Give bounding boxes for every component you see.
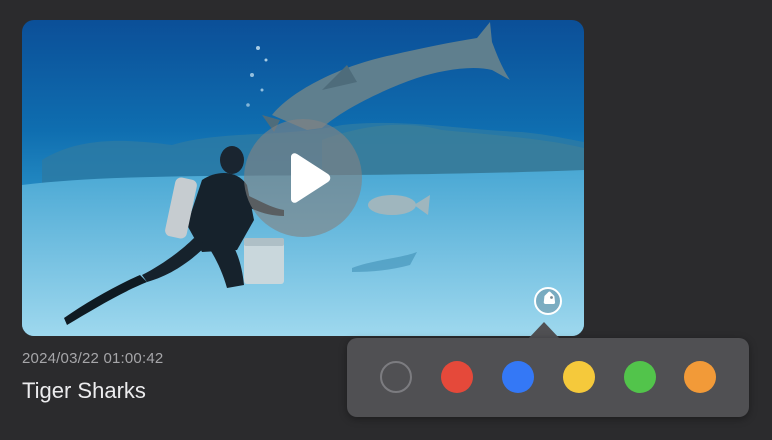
color-swatch-none[interactable] [380, 361, 412, 393]
play-button[interactable] [244, 119, 362, 237]
color-swatch-yellow[interactable] [563, 361, 595, 393]
video-thumbnail[interactable] [22, 20, 584, 336]
color-tag-popover [347, 338, 749, 417]
play-icon [291, 153, 331, 203]
color-swatch-green[interactable] [624, 361, 656, 393]
color-swatch-orange[interactable] [684, 361, 716, 393]
color-swatch-blue[interactable] [502, 361, 534, 393]
popover-arrow [528, 322, 560, 339]
color-swatch-red[interactable] [441, 361, 473, 393]
video-title: Tiger Sharks [22, 378, 146, 403]
video-timestamp: 2024/03/22 01:00:42 [22, 350, 164, 367]
tag-button[interactable] [532, 285, 564, 317]
tag-icon [534, 287, 562, 315]
